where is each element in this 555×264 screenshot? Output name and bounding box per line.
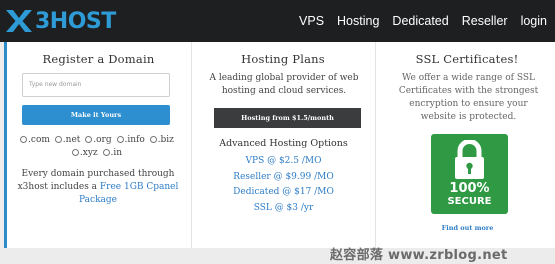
hosting-description: A leading global provider of web hosting… xyxy=(209,73,359,96)
radio-icon xyxy=(85,136,93,143)
tld-option-xyz[interactable]: .xyz xyxy=(71,147,98,160)
radio-icon xyxy=(71,149,79,156)
seal-percent-text: 100% xyxy=(449,181,490,196)
features-panel: Register a Domain Type new domain Make i… xyxy=(4,42,555,248)
hosting-column: Hosting Plans A leading global provider … xyxy=(191,42,374,248)
padlock-icon xyxy=(452,139,487,184)
main-nav: VPS Hosting Dedicated Reseller login xyxy=(299,0,547,42)
tld-option-biz[interactable]: .biz xyxy=(149,134,174,147)
ssl-description: We offer a wide range of SSL Certificate… xyxy=(398,73,539,122)
nav-vps[interactable]: VPS xyxy=(299,14,324,28)
nav-dedicated[interactable]: Dedicated xyxy=(392,14,448,28)
seal-secure-text: SECURE xyxy=(447,196,492,207)
tld-option-com[interactable]: .com xyxy=(20,134,50,147)
make-it-yours-button[interactable]: Make it Yours xyxy=(22,105,170,125)
tld-label: .net xyxy=(62,135,81,145)
option-ssl-link[interactable]: SSL @ $3 /yr xyxy=(192,201,375,217)
radio-icon xyxy=(20,136,28,143)
tld-label: .org xyxy=(93,135,112,145)
tld-option-in[interactable]: .in xyxy=(102,147,123,160)
radio-icon xyxy=(54,136,62,143)
option-dedicated-link[interactable]: Dedicated @ $17 /MO xyxy=(192,185,375,201)
tld-label: .info xyxy=(124,135,145,145)
find-out-more-link[interactable]: Find out more xyxy=(376,224,555,232)
logo-x-mark-icon xyxy=(4,7,34,35)
ssl-column: SSL Certificates! We offer a wide range … xyxy=(375,42,555,248)
advanced-hosting-list: VPS @ $2.5 /MO Reseller @ $9.99 /MO Dedi… xyxy=(192,154,375,216)
tld-option-net[interactable]: .net xyxy=(54,134,81,147)
tld-option-info[interactable]: .info xyxy=(116,134,145,147)
nav-hosting[interactable]: Hosting xyxy=(337,14,379,28)
option-vps-link[interactable]: VPS @ $2.5 /MO xyxy=(192,154,375,170)
domain-title: Register a Domain xyxy=(42,52,155,66)
tld-label: .biz xyxy=(157,135,174,145)
tld-options: .com .net .org .info .biz .xyz .in xyxy=(17,134,177,160)
hosting-title: Hosting Plans xyxy=(241,52,325,66)
top-navbar: 3HOST VPS Hosting Dedicated Reseller log… xyxy=(0,0,555,42)
radio-icon xyxy=(116,136,124,143)
advanced-hosting-title: Advanced Hosting Options xyxy=(219,138,348,149)
secure-seal-badge: 100% SECURE xyxy=(431,134,508,214)
radio-icon xyxy=(149,136,157,143)
radio-icon xyxy=(102,149,110,156)
site-logo[interactable]: 3HOST xyxy=(4,7,116,35)
nav-login[interactable]: login xyxy=(521,14,547,28)
option-reseller-link[interactable]: Reseller @ $9.99 /MO xyxy=(192,170,375,186)
tld-label: .com xyxy=(28,135,50,145)
domain-search-input[interactable]: Type new domain xyxy=(22,73,170,97)
tld-label: .xyz xyxy=(79,148,98,158)
domain-description: Every domain purchased through x3host in… xyxy=(13,168,183,207)
ssl-title: SSL Certificates! xyxy=(415,52,519,66)
tld-label: .in xyxy=(110,148,123,158)
logo-text: 3HOST xyxy=(35,8,116,34)
tld-option-org[interactable]: .org xyxy=(85,134,112,147)
nav-reseller[interactable]: Reseller xyxy=(462,14,508,28)
site-watermark: 赵容部落 www.zrblog.net xyxy=(330,248,508,263)
hosting-from-button[interactable]: Hosting from $1.5/month xyxy=(214,108,361,128)
domain-column: Register a Domain Type new domain Make i… xyxy=(7,42,190,248)
